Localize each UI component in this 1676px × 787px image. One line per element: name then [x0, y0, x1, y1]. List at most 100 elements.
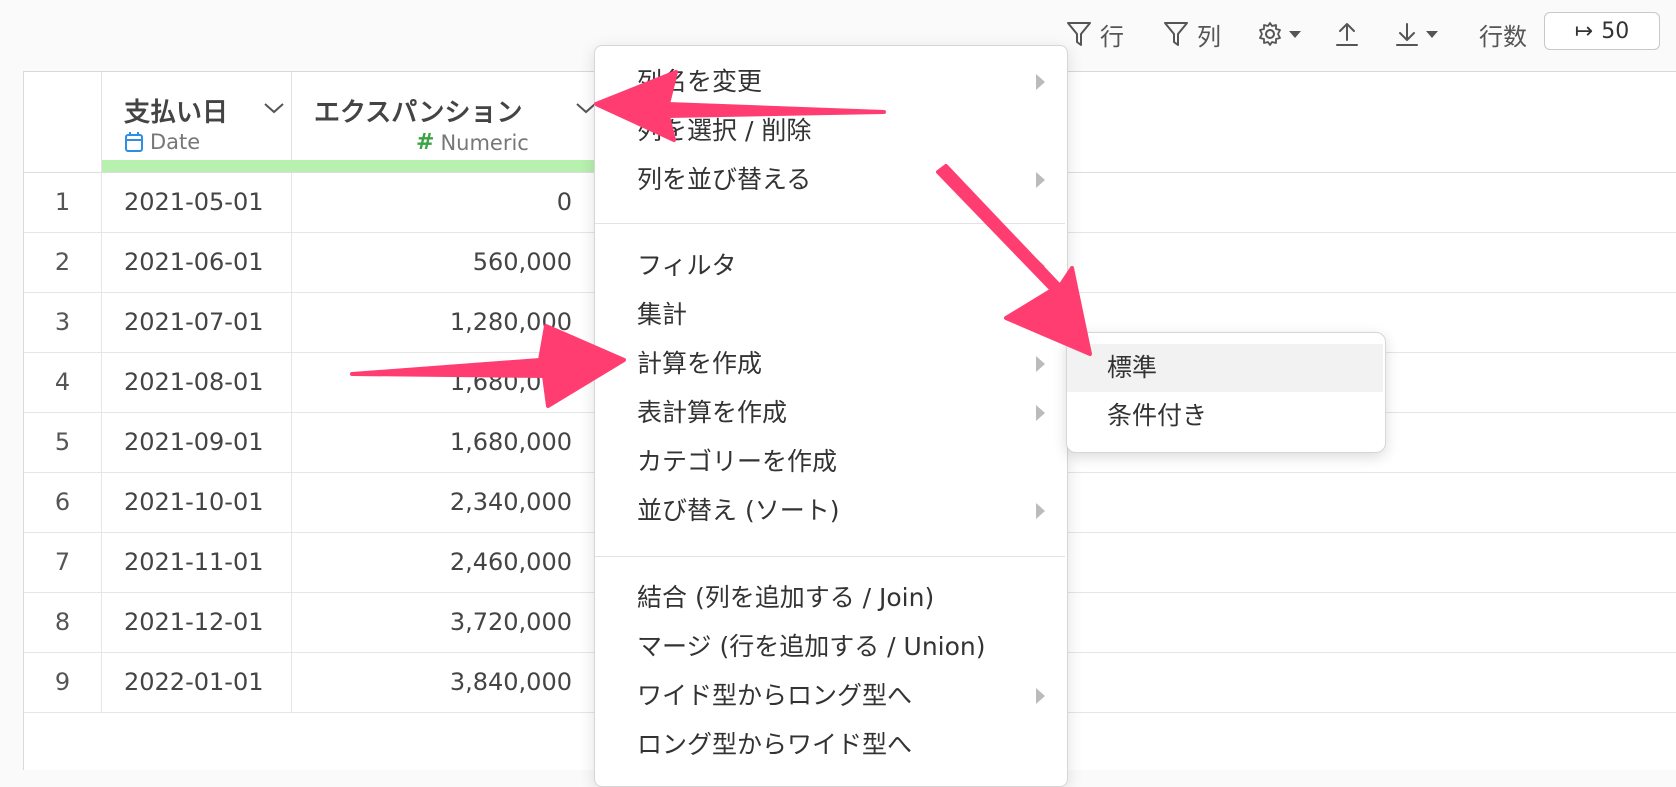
- row-index: 2: [24, 233, 102, 292]
- caret-right-icon: [1036, 405, 1045, 421]
- row-index: 5: [24, 413, 102, 472]
- row-index: 8: [24, 593, 102, 652]
- menu-separator: [595, 556, 1065, 557]
- menu-item-label: カテゴリーを作成: [637, 447, 838, 476]
- date-cell[interactable]: 2021-06-01: [102, 233, 292, 292]
- date-cell[interactable]: 2021-10-01: [102, 473, 292, 532]
- column-type-label: Numeric: [440, 130, 529, 155]
- date-cell[interactable]: 2022-01-01: [102, 653, 292, 712]
- create-calculation-submenu: 標準 条件付き: [1066, 332, 1386, 453]
- filter-icon: [1164, 22, 1188, 46]
- menu-item-label: 列名を変更: [637, 67, 763, 96]
- caret-right-icon: [1036, 172, 1045, 188]
- value-cell[interactable]: 2,340,000: [292, 473, 592, 532]
- menu-item-reorder-columns[interactable]: 列を並び替える: [595, 157, 1065, 203]
- gear-icon: [1259, 22, 1281, 46]
- menu-item-label: 列を選択 / 削除: [637, 116, 812, 145]
- caret-right-icon: [1036, 74, 1045, 90]
- arrow-right-bar-icon: ↦: [1574, 18, 1594, 44]
- value-cell[interactable]: 1,680,000: [292, 353, 592, 412]
- menu-item-label: 集計: [637, 300, 688, 329]
- row-filter-label: 行: [1100, 22, 1124, 51]
- column-filter-button[interactable]: 列: [1163, 14, 1221, 54]
- row-index: 1: [24, 173, 102, 232]
- menu-item-label: フィルタ: [637, 251, 737, 280]
- column-name: 支払い日: [124, 98, 229, 128]
- menu-item-sort[interactable]: 並び替え (ソート): [595, 488, 1065, 534]
- column-name: エクスパンション: [314, 98, 523, 128]
- menu-item-label: 計算を作成: [637, 349, 763, 378]
- menu-item-union[interactable]: マージ (行を追加する / Union): [595, 624, 1065, 670]
- upload-icon: [1336, 23, 1358, 46]
- value-cell[interactable]: 3,840,000: [292, 653, 592, 712]
- menu-item-select-delete-columns[interactable]: 列を選択 / 削除: [595, 108, 1065, 154]
- download-icon: [1396, 23, 1418, 46]
- rows-count-value: 50: [1601, 18, 1630, 44]
- submenu-item-label: 標準: [1107, 353, 1158, 382]
- column-header-expansion[interactable]: エクスパンション # Numeric: [292, 72, 618, 172]
- menu-item-rename-column[interactable]: 列名を変更: [595, 59, 1065, 105]
- rows-count-text: 行数: [1479, 22, 1527, 51]
- menu-item-label: マージ (行を追加する / Union): [637, 632, 986, 661]
- calendar-icon: [125, 132, 143, 152]
- menu-item-label: ロング型からワイド型へ: [637, 730, 913, 759]
- date-cell[interactable]: 2021-11-01: [102, 533, 292, 592]
- value-cell[interactable]: 0: [292, 173, 592, 232]
- caret-right-icon: [1036, 258, 1045, 274]
- column-header-payment-date[interactable]: 支払い日 Date: [102, 72, 292, 172]
- submenu-item-standard[interactable]: 標準: [1067, 344, 1383, 392]
- caret-right-icon: [1036, 688, 1045, 704]
- submenu-item-conditional[interactable]: 条件付き: [1067, 392, 1383, 440]
- column-quality-bar: [102, 160, 292, 172]
- column-context-menu: 列名を変更 列を選択 / 削除 列を並び替える フィルタ 集計 計算を作成 表計…: [594, 45, 1068, 787]
- value-cell[interactable]: 2,460,000: [292, 533, 592, 592]
- menu-item-create-category[interactable]: カテゴリーを作成: [595, 439, 1065, 485]
- menu-item-join[interactable]: 結合 (列を追加する / Join): [595, 575, 1065, 621]
- column-type: # Numeric: [416, 130, 529, 155]
- value-cell[interactable]: 3,720,000: [292, 593, 592, 652]
- menu-item-label: 表計算を作成: [637, 398, 788, 427]
- caret-right-icon: [1036, 356, 1045, 372]
- menu-item-label: 列を並び替える: [637, 165, 812, 194]
- menu-item-wide-to-long[interactable]: ワイド型からロング型へ: [595, 673, 1065, 719]
- column-type: Date: [124, 130, 200, 154]
- upload-button[interactable]: [1334, 14, 1360, 54]
- date-cell[interactable]: 2021-12-01: [102, 593, 292, 652]
- column-filter-label: 列: [1197, 22, 1221, 51]
- row-filter-button[interactable]: 行: [1066, 14, 1124, 54]
- rows-count-input[interactable]: ↦ 50: [1544, 12, 1660, 50]
- menu-item-label: 並び替え (ソート): [637, 496, 840, 525]
- row-index: 7: [24, 533, 102, 592]
- menu-item-label: 結合 (列を追加する / Join): [637, 583, 935, 612]
- menu-item-create-table-calculation[interactable]: 表計算を作成: [595, 390, 1065, 436]
- date-cell[interactable]: 2021-05-01: [102, 173, 292, 232]
- menu-item-aggregate[interactable]: 集計: [595, 292, 1065, 338]
- menu-item-create-calculation[interactable]: 計算を作成: [595, 341, 1065, 387]
- value-cell[interactable]: 1,280,000: [292, 293, 592, 352]
- value-cell[interactable]: 560,000: [292, 233, 592, 292]
- menu-item-long-to-wide[interactable]: ロング型からワイド型へ: [595, 722, 1065, 768]
- row-index: 9: [24, 653, 102, 712]
- download-dropdown-button[interactable]: [1394, 14, 1440, 54]
- date-cell[interactable]: 2021-09-01: [102, 413, 292, 472]
- date-cell[interactable]: 2021-08-01: [102, 353, 292, 412]
- row-index-header: [24, 72, 102, 172]
- hash-icon: #: [416, 130, 435, 155]
- column-type-label: Date: [150, 130, 201, 154]
- chevron-down-icon[interactable]: [262, 100, 286, 116]
- menu-separator: [595, 223, 1065, 224]
- value-cell[interactable]: 1,680,000: [292, 413, 592, 472]
- column-quality-bar: [292, 160, 618, 172]
- date-cell[interactable]: 2021-07-01: [102, 293, 292, 352]
- caret-down-icon: [1289, 31, 1301, 38]
- row-index: 4: [24, 353, 102, 412]
- menu-item-filter[interactable]: フィルタ: [595, 243, 1065, 289]
- caret-right-icon: [1036, 503, 1045, 519]
- submenu-item-label: 条件付き: [1107, 401, 1208, 430]
- settings-dropdown-button[interactable]: [1257, 14, 1303, 54]
- caret-down-icon: [1426, 31, 1438, 38]
- filter-icon: [1067, 22, 1091, 46]
- menu-item-label: ワイド型からロング型へ: [637, 681, 913, 710]
- row-index: 3: [24, 293, 102, 352]
- row-index: 6: [24, 473, 102, 532]
